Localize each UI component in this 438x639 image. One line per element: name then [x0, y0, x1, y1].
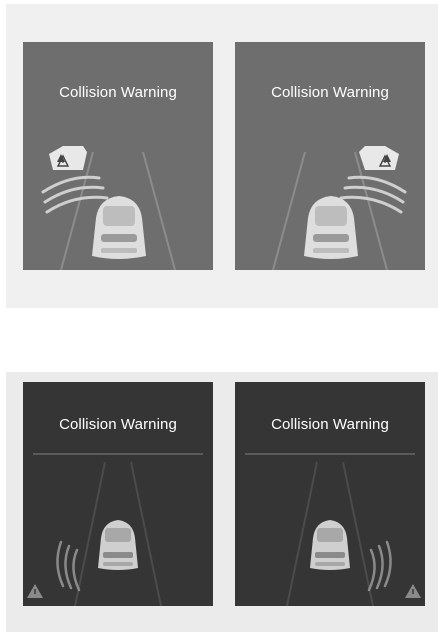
- lane-line-right: [342, 461, 374, 606]
- lane-line-right: [130, 461, 162, 606]
- light-theme-group: Collision Warning Collision Warning: [6, 4, 438, 308]
- warning-triangle-icon: [27, 584, 43, 598]
- radar-wave-icon: [367, 540, 392, 592]
- car-icon: [310, 520, 350, 570]
- vehicle-object-icon: [359, 146, 399, 170]
- lane-line-right: [142, 151, 176, 270]
- scene-illustration: [41, 146, 176, 270]
- warning-triangle-icon: [405, 584, 421, 598]
- radar-wave-icon: [41, 175, 109, 214]
- scene-illustration: [245, 453, 421, 606]
- radar-wave-icon: [56, 540, 81, 592]
- collision-warning-panel-left-dark: Collision Warning: [23, 382, 213, 606]
- collision-warning-panel-left-light: Collision Warning: [23, 42, 213, 270]
- car-icon: [98, 520, 138, 570]
- lane-line-left: [286, 461, 318, 606]
- collision-warning-panel-right-dark: Collision Warning: [235, 382, 425, 606]
- radar-wave-icon: [339, 175, 407, 214]
- dark-theme-group: Collision Warning Collision Warning: [6, 372, 438, 632]
- lane-line-left: [272, 151, 306, 270]
- lane-line-left: [74, 461, 106, 606]
- car-icon: [92, 196, 146, 259]
- car-icon: [304, 196, 358, 259]
- scene-illustration: [27, 453, 203, 606]
- collision-warning-panel-right-light: Collision Warning: [235, 42, 425, 270]
- scene-illustration: [272, 146, 407, 270]
